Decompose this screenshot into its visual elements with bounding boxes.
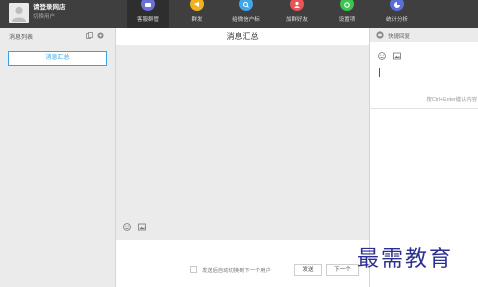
divider xyxy=(370,108,478,109)
auto-switch-checkbox[interactable] xyxy=(190,266,197,273)
emoji-icon[interactable] xyxy=(378,52,386,60)
compose-toolbar xyxy=(123,223,149,231)
panel-title: 消息汇总 xyxy=(226,32,259,41)
message-summary-button[interactable]: 消息汇总 xyxy=(8,51,107,66)
copy-icon[interactable] xyxy=(86,32,93,39)
quick-reply-title: 快捷回复 xyxy=(388,34,411,40)
nav-tag-users[interactable]: 给微信户标 xyxy=(225,0,267,28)
image-icon[interactable] xyxy=(138,223,147,231)
megaphone-icon xyxy=(190,0,204,11)
next-user-button[interactable]: 下一个 xyxy=(326,264,359,276)
send-button[interactable]: 发送 xyxy=(294,264,322,276)
nav-label: 加群好友 xyxy=(285,17,308,23)
nav-label: 群发 xyxy=(191,17,203,23)
nav-customer-service[interactable]: 客服群管 xyxy=(127,0,169,28)
avatar[interactable] xyxy=(9,3,29,23)
nav-broadcast[interactable]: 群发 xyxy=(176,0,218,28)
text-cursor[interactable] xyxy=(379,68,380,77)
chart-icon xyxy=(390,0,404,11)
nav-statistics[interactable]: 统计分析 xyxy=(376,0,418,28)
nav-label: 设置项 xyxy=(338,17,356,23)
watermark: 最需教育 xyxy=(357,247,454,272)
quick-reply-header: 快捷回复 xyxy=(370,28,478,42)
message-list-title: 消息列表 xyxy=(9,35,34,41)
quick-reply-icon xyxy=(376,31,384,39)
nav-label: 统计分析 xyxy=(385,17,408,23)
nav-label: 给微信户标 xyxy=(232,17,260,23)
top-bar: 请登录网店 切换用户 客服群管 群发 给微信户标 加群好友 设置项 统计分析 xyxy=(0,0,478,28)
auto-switch-label: 发送后自动切换到下一个用户 xyxy=(202,268,271,274)
nav-label: 客服群管 xyxy=(136,17,159,23)
quick-reply-toolbar xyxy=(378,52,404,60)
nav-settings[interactable]: 设置项 xyxy=(326,0,368,28)
user-name[interactable]: 请登录网店 xyxy=(33,1,66,11)
switch-user-link[interactable]: 切换用户 xyxy=(33,12,55,20)
gear-icon xyxy=(340,0,354,11)
app-window: 请登录网店 切换用户 客服群管 群发 给微信户标 加群好友 设置项 统计分析 消… xyxy=(0,0,478,287)
image-icon[interactable] xyxy=(393,52,402,60)
add-user-icon xyxy=(290,0,304,11)
shortcut-hint: 按Ctrl+Enter键认内容 xyxy=(426,97,477,103)
nav-add-friends[interactable]: 加群好友 xyxy=(276,0,318,28)
settings-icon[interactable] xyxy=(97,32,104,39)
user-silhouette-icon xyxy=(12,6,26,22)
emoji-icon[interactable] xyxy=(123,223,131,231)
message-list-panel: 消息列表 消息汇总 xyxy=(0,28,116,287)
search-icon xyxy=(239,0,253,11)
message-summary-panel: 消息汇总 发送后自动切换到下一个用户 发送 下一个 xyxy=(116,28,369,287)
message-history-area[interactable] xyxy=(116,45,369,240)
chat-icon xyxy=(141,0,155,11)
